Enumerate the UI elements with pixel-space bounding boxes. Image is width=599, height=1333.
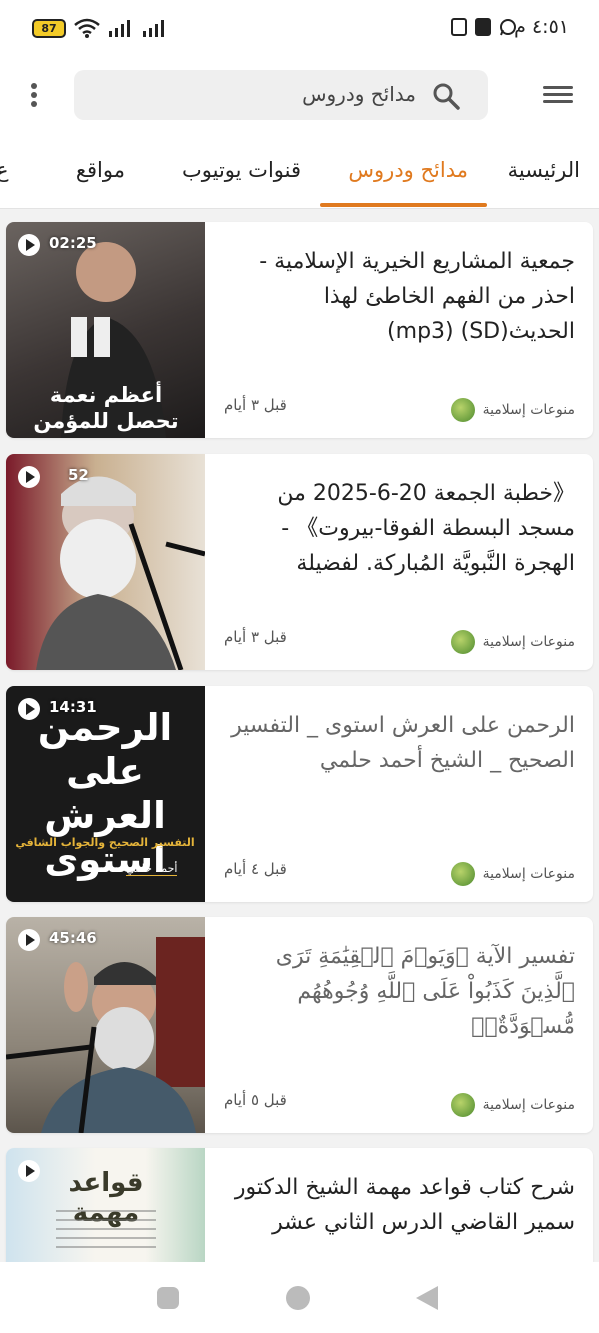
status-bar: 87 ٤:٥١ م [0,0,599,58]
video-duration: 45:46 [49,929,97,947]
tab-bar: الرئيسية مدائح ودروس قنوات يوتيوب مواقع … [0,136,599,209]
tab-websites[interactable]: مواقع [76,158,125,182]
video-title[interactable]: 《خطبة الجمعة 20-6-2025 من مسجد البسطة ال… [220,476,575,581]
active-tab-indicator [320,203,487,207]
channel-name: منوعات إسلامية [482,866,575,882]
video-thumbnail[interactable]: 45:46 [6,917,205,1133]
tab-praises-lessons[interactable]: مدائح ودروس [348,158,468,182]
channel-info[interactable]: منوعات إسلامية [450,862,575,886]
video-card[interactable]: 45:46 تفسير الآية ﴿وَيَوۡمَ ٱلۡقِيَٰمَةِ… [6,917,593,1133]
play-icon [18,234,40,256]
speaker-photo [36,476,205,670]
video-thumbnail[interactable]: 02:25 أعظم نعمة تحصل للمؤمن [6,222,205,438]
video-age: قبل ٣ أيام [224,396,287,414]
more-options-icon[interactable] [24,80,44,114]
search-text: مدائح ودروس [302,82,416,106]
video-card[interactable]: 02:25 أعظم نعمة تحصل للمؤمن جمعية المشار… [6,222,593,438]
video-card[interactable]: 52 《خطبة الجمعة 20-6-2025 من مسجد البسطة… [6,454,593,670]
tab-home[interactable]: الرئيسية [508,158,580,182]
play-icon [18,929,40,951]
search-bar[interactable]: مدائح ودروس [74,70,488,120]
video-thumbnail[interactable]: 52 [6,454,205,670]
video-thumbnail[interactable]: قواعد مهمة [6,1148,205,1262]
video-card[interactable]: قواعد مهمة شرح كتاب قواعد مهمة الشيخ الد… [6,1148,593,1262]
channel-name: منوعات إسلامية [482,1097,575,1113]
system-navigation-bar [0,1262,599,1333]
hamburger-menu-icon[interactable] [543,82,573,112]
signal-icon [109,20,130,37]
channel-info[interactable]: منوعات إسلامية [450,398,575,422]
channel-info[interactable]: منوعات إسلامية [450,630,575,654]
video-card[interactable]: 14:31 الرحمن على العرش استوى التفسير الص… [6,686,593,902]
channel-name: منوعات إسلامية [482,402,575,418]
notification-icons [451,18,517,36]
video-age: قبل ٤ أيام [224,860,287,878]
signal-icon-2 [143,20,164,37]
recent-apps-button[interactable] [157,1287,179,1309]
channel-avatar [450,862,475,886]
video-duration: 52 [68,466,89,484]
copy-icon [451,18,467,36]
tab-youtube-channels[interactable]: قنوات يوتيوب [182,158,301,182]
video-age: قبل ٣ أيام [224,628,287,646]
wifi-icon [74,18,100,38]
play-icon [18,466,40,488]
status-time: ٤:٥١ م [514,16,569,38]
home-button[interactable] [286,1286,310,1310]
speaker-photo [6,937,205,1133]
video-age: قبل ٥ أيام [224,1091,287,1109]
top-app-bar: مدائح ودروس [0,58,599,136]
video-duration: 02:25 [49,234,97,252]
thumbnail-subcaption: التفسير الصحيح والجواب الشافي [15,836,195,849]
thumbnail-lines [56,1210,156,1250]
upload-icon [475,18,491,36]
tab-partial[interactable]: ع [0,158,9,182]
channel-avatar [450,630,475,654]
channel-avatar [450,398,475,422]
battery-icon: 87 [32,18,66,38]
video-title[interactable]: تفسير الآية ﴿وَيَوۡمَ ٱلۡقِيَٰمَةِ تَرَى… [220,939,575,1044]
back-button[interactable] [416,1286,438,1310]
thumbnail-caption: الرحمن على العرش استوى [37,706,173,881]
status-left: 87 [32,18,168,38]
thumbnail-name: أحمد حلمي [126,862,178,876]
video-title[interactable]: الرحمن على العرش استوى _ التفسير الصحيح … [220,708,575,778]
channel-info[interactable]: منوعات إسلامية [450,1093,575,1117]
channel-avatar [450,1093,475,1117]
channel-name: منوعات إسلامية [482,634,575,650]
video-title[interactable]: جمعية المشاريع الخيرية الإسلامية - احذر … [220,244,575,349]
thumbnail-caption: أعظم نعمة تحصل للمؤمن [33,383,179,433]
video-thumbnail[interactable]: 14:31 الرحمن على العرش استوى التفسير الص… [6,686,205,902]
search-icon[interactable] [432,82,460,110]
video-title[interactable]: شرح كتاب قواعد مهمة الشيخ الدكتور سمير ا… [220,1170,575,1240]
